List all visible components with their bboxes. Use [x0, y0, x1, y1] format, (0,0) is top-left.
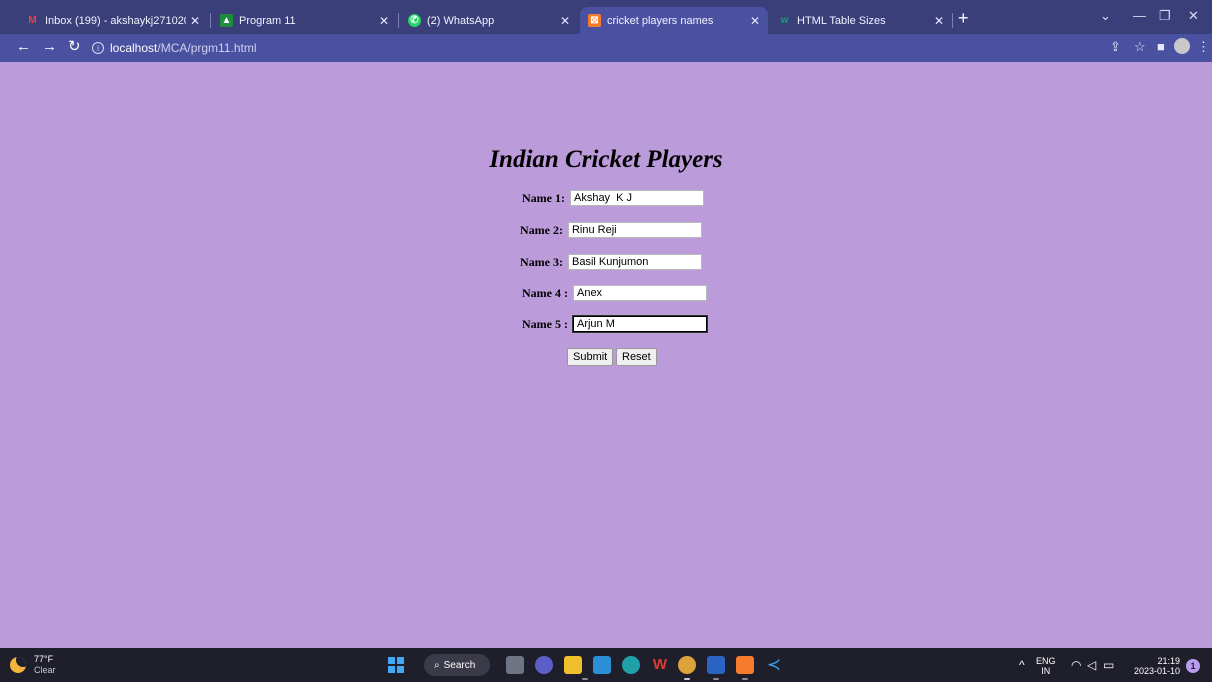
name-5-label: Name 5 :: [522, 316, 571, 331]
forward-icon[interactable]: →: [42, 39, 57, 55]
tab-title: Program 11: [239, 14, 296, 27]
chrome-icon[interactable]: [678, 656, 696, 674]
tab-whatsapp[interactable]: ✆ (2) WhatsApp ✕: [400, 7, 578, 34]
reload-icon[interactable]: ↻: [68, 39, 81, 55]
name-2-input[interactable]: [567, 222, 702, 238]
profile-avatar[interactable]: [1174, 38, 1190, 54]
tab-separator: [398, 13, 399, 28]
share-icon[interactable]: ⇪: [1110, 39, 1121, 55]
back-icon[interactable]: ←: [16, 39, 31, 55]
running-indicator: [582, 678, 588, 680]
tab-separator: [210, 13, 211, 28]
name-1-row: Name 1:: [522, 190, 704, 206]
notification-badge[interactable]: 1: [1186, 659, 1200, 673]
site-info-icon[interactable]: i: [92, 42, 104, 54]
mail-icon[interactable]: [593, 656, 611, 674]
taskbar: 77°F Clear ⌕ Search W ≺ ^ ENG IN ◠ ◁ ▭ 2…: [0, 648, 1212, 682]
weather-temperature: 77°F: [34, 654, 54, 664]
window-close-icon[interactable]: ✕: [1188, 8, 1199, 24]
minimize-icon[interactable]: —: [1133, 8, 1146, 23]
xampp-icon[interactable]: [736, 656, 754, 674]
url-host: localhost: [110, 41, 158, 55]
name-1-input[interactable]: [569, 190, 704, 206]
url-path: /MCA/prgm11.html: [157, 41, 257, 55]
moon-icon: [10, 657, 26, 673]
tab-title: (2) WhatsApp: [427, 14, 495, 27]
name-4-label: Name 4 :: [522, 285, 571, 300]
name-3-row: Name 3:: [520, 254, 702, 270]
gmail-icon: M: [28, 15, 37, 26]
windows-start-icon[interactable]: [388, 657, 404, 673]
name-2-row: Name 2:: [520, 222, 702, 238]
clock-date: 2023-01-10: [1133, 666, 1180, 676]
page-title: Indian Cricket Players: [489, 146, 723, 173]
clock-time: 21:19: [1157, 656, 1180, 666]
wps-office-icon[interactable]: W: [651, 656, 669, 674]
menu-kebab-icon[interactable]: ⋮: [1197, 39, 1210, 55]
name-4-row: Name 4 :: [522, 285, 707, 301]
wifi-icon[interactable]: ◠: [1071, 658, 1081, 672]
language-indicator[interactable]: ENG IN: [1036, 656, 1056, 676]
tab-title: HTML Table Sizes: [797, 14, 886, 27]
edge-icon[interactable]: [622, 656, 640, 674]
name-4-input[interactable]: [572, 285, 707, 301]
reset-button[interactable]: Reset: [616, 348, 657, 366]
tab-separator: [952, 13, 953, 28]
close-icon[interactable]: ✕: [934, 14, 944, 28]
bookmark-star-icon[interactable]: ☆: [1134, 39, 1146, 55]
chevron-up-icon[interactable]: ^: [1019, 658, 1025, 672]
tab-title: Inbox (199) - akshaykj2710200060: [45, 14, 186, 27]
language-code: ENG: [1036, 656, 1056, 666]
search-label: Search: [443, 659, 476, 671]
address-bar[interactable]: i localhost /MCA/prgm11.html: [92, 38, 1092, 58]
name-5-input[interactable]: [572, 316, 707, 332]
classroom-icon: ▲: [220, 14, 233, 27]
xampp-icon: ⊠: [588, 14, 601, 27]
volume-icon[interactable]: ◁: [1087, 658, 1096, 672]
close-icon[interactable]: ✕: [190, 14, 200, 28]
running-indicator: [742, 678, 748, 680]
tab-search-icon[interactable]: ⌄: [1100, 8, 1111, 24]
vscode-icon[interactable]: ≺: [765, 656, 783, 674]
name-5-row: Name 5 :: [522, 316, 707, 332]
tab-program-11[interactable]: ▲ Program 11 ✕: [212, 7, 397, 34]
tab-gmail[interactable]: M Inbox (199) - akshaykj2710200060 ✕: [18, 7, 208, 34]
weather-widget[interactable]: 77°F Clear: [10, 654, 56, 676]
word-icon[interactable]: [707, 656, 725, 674]
weather-condition: Clear: [34, 665, 56, 675]
w3schools-icon: w: [780, 15, 789, 26]
clock[interactable]: 21:19 2023-01-10: [1128, 656, 1180, 676]
taskbar-search[interactable]: ⌕ Search: [424, 654, 490, 676]
running-indicator: [713, 678, 719, 680]
battery-icon[interactable]: ▭: [1103, 658, 1114, 672]
tab-title: cricket players names: [607, 14, 714, 27]
whatsapp-icon: ✆: [408, 14, 421, 27]
file-explorer-icon[interactable]: [564, 656, 582, 674]
task-view-icon[interactable]: [506, 656, 524, 674]
browser-toolbar: ← → ↻ i localhost /MCA/prgm11.html ⇪ ☆ ■…: [0, 34, 1212, 62]
submit-button[interactable]: Submit: [567, 348, 614, 366]
tab-strip: M Inbox (199) - akshaykj2710200060 ✕ ▲ P…: [0, 0, 1212, 34]
new-tab-button[interactable]: +: [958, 9, 969, 27]
search-icon: ⌕: [434, 659, 440, 671]
close-icon[interactable]: ✕: [750, 14, 760, 28]
close-icon[interactable]: ✕: [379, 14, 389, 28]
name-3-label: Name 3:: [520, 254, 566, 269]
side-panel-icon[interactable]: ■: [1157, 39, 1165, 54]
region-code: IN: [1041, 666, 1051, 676]
tab-html-table-sizes[interactable]: w HTML Table Sizes ✕: [770, 7, 952, 34]
close-icon[interactable]: ✕: [560, 14, 570, 28]
name-1-label: Name 1:: [522, 190, 568, 205]
running-indicator: [684, 678, 690, 680]
restore-icon[interactable]: ❐: [1159, 8, 1171, 24]
name-2-label: Name 2:: [520, 222, 566, 237]
name-3-input[interactable]: [567, 254, 702, 270]
tab-cricket-players[interactable]: ⊠ cricket players names ✕: [580, 7, 768, 34]
chat-icon[interactable]: [535, 656, 553, 674]
